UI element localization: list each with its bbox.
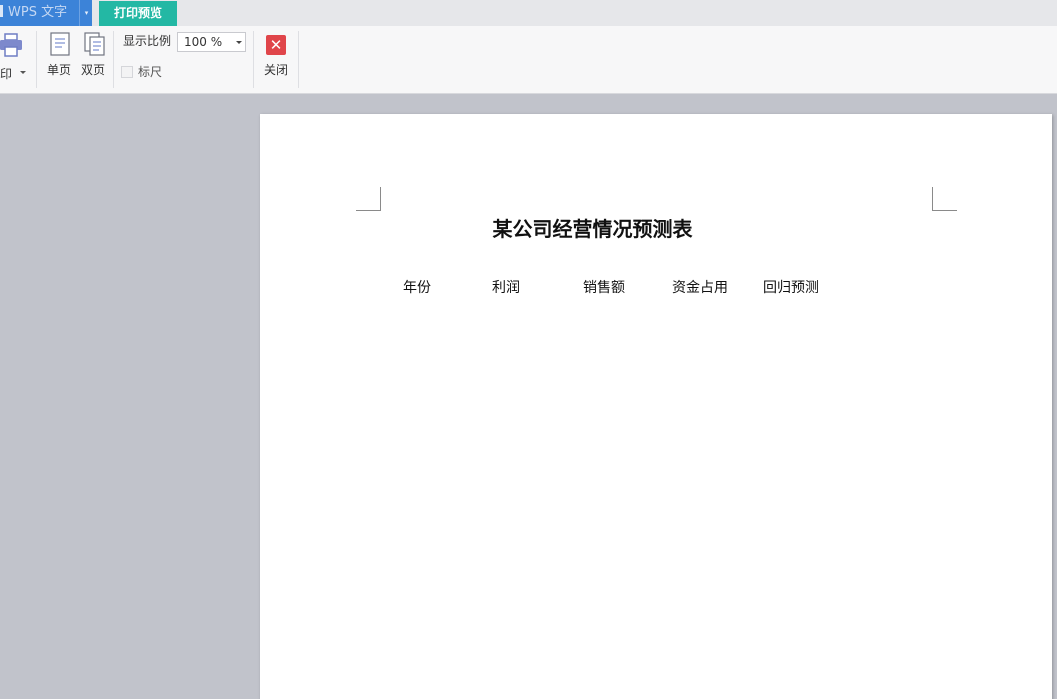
single-page-button[interactable]: 单页: [44, 32, 74, 82]
double-page-button[interactable]: 双页: [78, 32, 108, 82]
close-preview-button[interactable]: ✕ 关闭: [261, 32, 293, 84]
column-header-year: 年份: [403, 280, 431, 296]
tab-bar: WPS 文字 ▾ 打印预览: [0, 0, 1057, 26]
tab-print-preview[interactable]: 打印预览: [99, 1, 177, 26]
ribbon-divider: [298, 31, 299, 88]
ribbon-divider: [253, 31, 254, 88]
double-page-label: 双页: [81, 63, 106, 77]
ruler-checkbox[interactable]: [121, 66, 133, 78]
zoom-label: 显示比例: [123, 34, 172, 48]
ribbon-divider: [36, 31, 37, 88]
column-header-capital: 资金占用: [672, 280, 728, 296]
margin-corner-top-left: [356, 187, 381, 211]
app-menu-dropdown-icon[interactable]: ▾: [79, 0, 93, 26]
single-page-label: 单页: [47, 63, 72, 77]
print-button-label: 打印: [0, 67, 13, 81]
ribbon-divider: [113, 31, 114, 88]
margin-corner-top-right: [932, 187, 957, 211]
preview-workspace[interactable]: 某公司经营情况预测表 年份 利润 销售额 资金占用 回归预测: [0, 94, 1057, 699]
document-title: 某公司经营情况预测表: [492, 217, 693, 241]
single-page-icon: [50, 32, 70, 56]
print-button[interactable]: 打印: [0, 30, 30, 82]
column-header-sales: 销售额: [583, 280, 625, 296]
double-page-icon: [84, 32, 105, 56]
column-header-profit: 利润: [492, 280, 520, 296]
zoom-dropdown-icon[interactable]: [236, 41, 242, 44]
column-header-regression: 回归预测: [763, 280, 819, 296]
zoom-value[interactable]: 100 %: [184, 34, 222, 50]
printer-icon: [0, 33, 22, 57]
print-dropdown-icon[interactable]: [20, 71, 26, 74]
close-label: 关闭: [264, 63, 289, 77]
close-icon: ✕: [266, 35, 286, 55]
app-window: WPS 文字 ▾ 打印预览 打印 单页: [0, 0, 1057, 699]
document-page: 某公司经营情况预测表 年份 利润 销售额 资金占用 回归预测: [260, 114, 1052, 699]
zoom-select[interactable]: 100 %: [177, 32, 246, 52]
app-menu-label[interactable]: WPS 文字: [0, 4, 78, 22]
ribbon-toolbar: 打印 单页 双页 显示比例 100: [0, 26, 1057, 94]
app-menu[interactable]: WPS 文字 ▾: [0, 0, 92, 26]
ruler-label[interactable]: 标尺: [138, 64, 162, 80]
